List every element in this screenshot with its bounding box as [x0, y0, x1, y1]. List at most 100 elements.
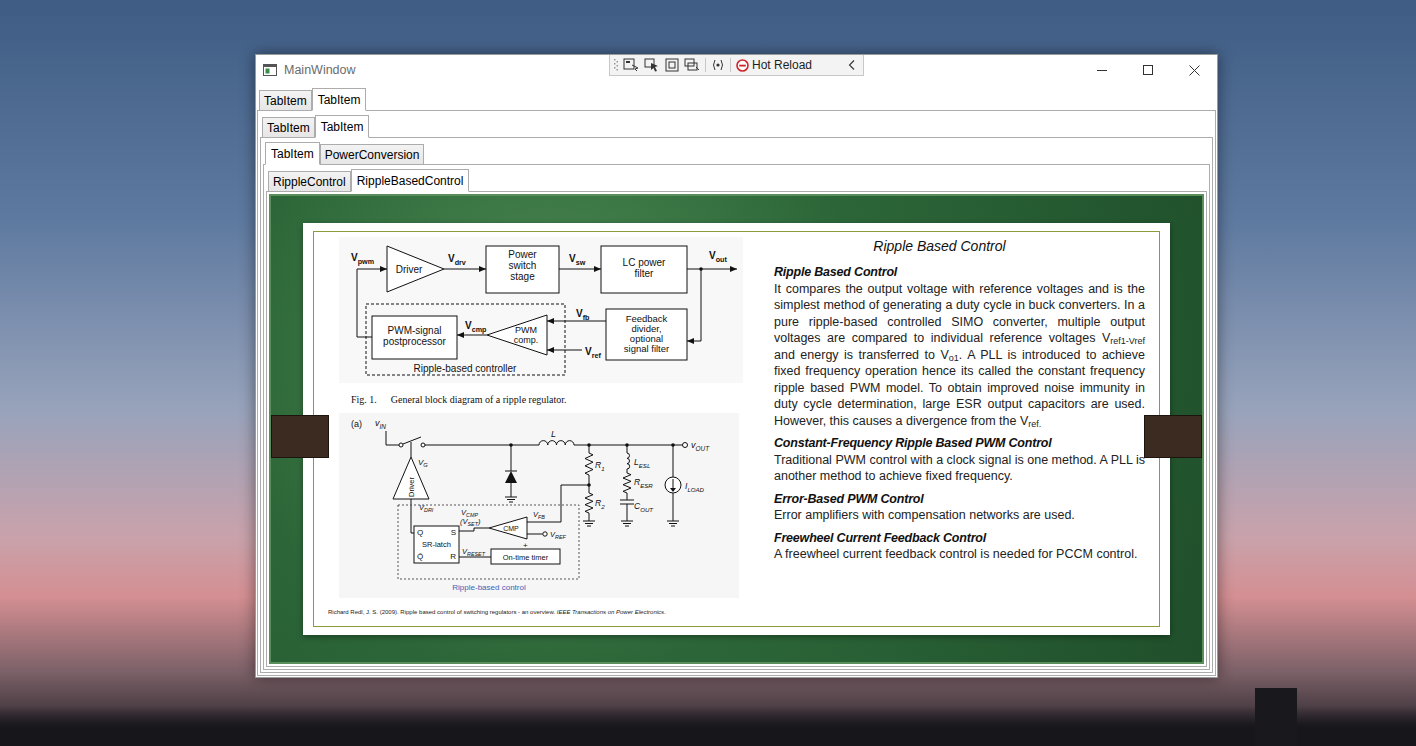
tab-label: RippleBasedControl [357, 174, 464, 188]
right-tab-decoration [1144, 415, 1202, 458]
diagram-block [372, 316, 457, 359]
track-focus-icon[interactable] [684, 58, 700, 72]
text-run: and energy is transferred to V [774, 348, 949, 362]
circuit-label: LESL [634, 457, 650, 469]
circuit-label: RESR [634, 477, 653, 489]
section-body: Error amplifiers with compensation netwo… [774, 507, 1145, 524]
circuit-label: R2 [595, 498, 605, 510]
tab[interactable]: PowerConversion [320, 144, 425, 165]
caption-number: Fig. 1. [351, 393, 377, 406]
tab-label: TabItem [321, 120, 364, 134]
circuit-label: VFB [533, 510, 545, 520]
binding-icon[interactable] [711, 58, 725, 72]
diagram-block [601, 246, 687, 293]
latch-pin: S [451, 528, 456, 537]
text-run: Error amplifiers with compensation netwo… [774, 508, 1075, 522]
signal-label: Vref [585, 346, 601, 360]
circuit-label: vOUT [691, 440, 710, 452]
text-run: Traditional PWM control with a clock sig… [774, 453, 1145, 484]
block-text: switch [509, 260, 537, 271]
tab-strip: TabItem TabItem [257, 86, 1216, 110]
circuit-label: VG [418, 458, 428, 468]
tab-label: RippleControl [273, 175, 346, 189]
select-element-icon[interactable] [644, 58, 660, 72]
signal-label: Vsw [569, 253, 586, 267]
text-section: Freewheel Current Feedback ControlA free… [774, 530, 1145, 563]
tab-label: TabItem [267, 121, 310, 135]
control-label: Ripple-based control [452, 583, 526, 592]
slide-title: Ripple Based Control [774, 237, 1145, 255]
slide-frame: PowerswitchstageLC powerfilterFeedbackdi… [313, 231, 1160, 627]
section-heading: Error-Based PWM Control [774, 491, 1145, 508]
diagram-block [606, 309, 687, 360]
section-heading: Freewheel Current Feedback Control [774, 530, 1145, 547]
driver-text: Driver [407, 476, 416, 497]
section-heading: Ripple Based Control [774, 264, 1145, 281]
comparator-text: comp. [514, 335, 539, 345]
collapse-chevron-icon[interactable] [848, 59, 856, 71]
controller-label: Ripple-based controller [414, 363, 518, 374]
tab[interactable]: TabItem [262, 117, 315, 138]
minimize-icon[interactable] [1079, 55, 1125, 85]
tab-panel: RippleControl RippleBasedControl Powerswit… [263, 164, 1210, 670]
circuit-label: VDRI [419, 503, 434, 513]
slide-card: PowerswitchstageLC powerfilterFeedbackdi… [303, 223, 1170, 635]
tab-label: TabItem [264, 94, 307, 108]
section-body: It compares the output voltage with refe… [774, 281, 1145, 430]
close-icon[interactable] [1171, 55, 1217, 85]
maximize-icon[interactable] [1125, 55, 1171, 85]
tab[interactable]: TabItem [315, 115, 370, 138]
adorner-icon[interactable] [665, 58, 679, 72]
circuit-label: VRESET [462, 547, 486, 557]
citation-part: Richard Redl, J. S. (2009). Ripple based… [328, 609, 557, 615]
text-run: It compares the output voltage with refe… [774, 282, 1145, 346]
tab-label: TabItem [318, 93, 361, 107]
comparator-text: CMP [503, 525, 519, 532]
circuit-label: R1 [595, 460, 605, 472]
tab[interactable]: TabItem [259, 90, 312, 111]
circuit-diagram: DriverQSSR-latchQ̄RCMPOn-time timerRippl… [339, 413, 739, 598]
tab-strip: RippleControl RippleBasedControl [266, 167, 1207, 191]
tab[interactable]: TabItem [265, 142, 320, 165]
section-heading: Constant-Frequency Ripple Based PWM Cont… [774, 435, 1145, 452]
driver-text: Driver [396, 264, 423, 275]
main-window: MainWindowHot ReloadTabItemTabItemTabIte… [255, 54, 1218, 678]
block-text: LC power [623, 257, 666, 268]
timer-text: On-time timer [503, 553, 549, 562]
tab-strip: TabItem TabItem [260, 113, 1213, 137]
desktop-background: MainWindowHot ReloadTabItemTabItemTabIte… [0, 0, 1416, 746]
section-body: Traditional PWM control with a clock sig… [774, 452, 1145, 485]
text-section: Error-Based PWM ControlError amplifiers … [774, 491, 1145, 524]
city-silhouette [0, 706, 1416, 746]
text-section: Ripple Based ControlIt compares the outp… [774, 264, 1145, 429]
figure-caption: Fig. 1. General block diagram of a ripple… [351, 393, 748, 406]
circuit-label: (a) [351, 419, 362, 429]
comparator-text: PWM [515, 325, 537, 335]
circuit-label: COUT [634, 501, 654, 513]
title-bar: MainWindowHot Reload [256, 55, 1217, 85]
text-run: ref. [1028, 419, 1041, 429]
citation-part: . [664, 609, 666, 615]
tab[interactable]: TabItem [312, 88, 367, 111]
building [1255, 688, 1297, 746]
live-tree-icon[interactable] [623, 58, 639, 72]
block-text: Power [508, 249, 537, 260]
tab[interactable]: RippleBasedControl [351, 169, 470, 192]
figure-column: PowerswitchstageLC powerfilterFeedbackdi… [328, 237, 748, 626]
slide-background: PowerswitchstageLC powerfilterFeedbackdi… [269, 194, 1204, 664]
block-text: signal filter [624, 343, 669, 354]
latch-pin: Q [417, 528, 423, 537]
text-run: o1 [949, 353, 959, 363]
circuit-label: vIN [375, 418, 386, 430]
window-icon [263, 64, 277, 76]
tab-label: PowerConversion [325, 148, 420, 162]
signal-label: Vpwm [351, 252, 374, 266]
tab[interactable]: RippleControl [268, 171, 351, 192]
circuit-label: VREF [550, 530, 567, 540]
citation-part: IEEE Transactions on Power Electronics [557, 609, 664, 615]
signal-label: Vdrv [448, 253, 466, 267]
tab-strip: TabItem PowerConversion [263, 140, 1210, 164]
caption-text: General block diagram of a ripple regula… [391, 393, 567, 406]
hot-reload-button[interactable]: Hot Reload [736, 56, 812, 74]
grip-icon [614, 58, 618, 72]
